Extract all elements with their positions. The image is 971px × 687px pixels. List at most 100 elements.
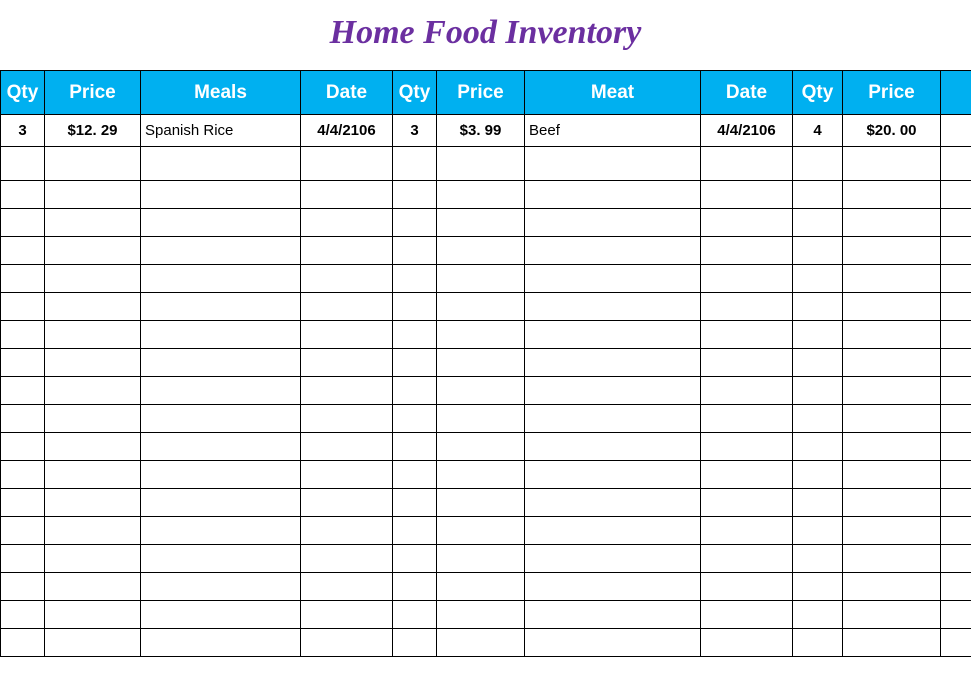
empty-cell[interactable] <box>793 147 843 181</box>
empty-cell[interactable] <box>45 573 141 601</box>
empty-cell[interactable] <box>525 629 701 657</box>
cell-price2[interactable]: $3. 99 <box>437 115 525 147</box>
empty-cell[interactable] <box>301 321 393 349</box>
empty-cell[interactable] <box>525 489 701 517</box>
empty-cell[interactable] <box>843 433 941 461</box>
empty-cell[interactable] <box>141 405 301 433</box>
empty-cell[interactable] <box>941 573 971 601</box>
empty-cell[interactable] <box>525 545 701 573</box>
cell-date1[interactable]: 4/4/2106 <box>301 115 393 147</box>
empty-cell[interactable] <box>1 573 45 601</box>
empty-cell[interactable] <box>45 321 141 349</box>
empty-cell[interactable] <box>793 321 843 349</box>
empty-cell[interactable] <box>45 433 141 461</box>
empty-cell[interactable] <box>843 601 941 629</box>
empty-cell[interactable] <box>701 433 793 461</box>
empty-cell[interactable] <box>701 265 793 293</box>
empty-cell[interactable] <box>45 405 141 433</box>
empty-cell[interactable] <box>437 405 525 433</box>
empty-cell[interactable] <box>1 321 45 349</box>
cell-meals[interactable]: Spanish Rice <box>141 115 301 147</box>
empty-cell[interactable] <box>437 629 525 657</box>
empty-cell[interactable] <box>1 461 45 489</box>
empty-cell[interactable] <box>301 601 393 629</box>
empty-cell[interactable] <box>793 601 843 629</box>
empty-cell[interactable] <box>793 209 843 237</box>
empty-cell[interactable] <box>141 573 301 601</box>
empty-cell[interactable] <box>141 181 301 209</box>
empty-cell[interactable] <box>843 573 941 601</box>
empty-cell[interactable] <box>525 405 701 433</box>
empty-cell[interactable] <box>843 489 941 517</box>
empty-cell[interactable] <box>45 147 141 181</box>
empty-cell[interactable] <box>437 209 525 237</box>
empty-cell[interactable] <box>301 489 393 517</box>
empty-cell[interactable] <box>941 405 971 433</box>
empty-cell[interactable] <box>141 321 301 349</box>
empty-cell[interactable] <box>1 209 45 237</box>
empty-cell[interactable] <box>1 265 45 293</box>
empty-cell[interactable] <box>393 181 437 209</box>
empty-cell[interactable] <box>701 405 793 433</box>
empty-cell[interactable] <box>701 629 793 657</box>
empty-cell[interactable] <box>141 147 301 181</box>
empty-cell[interactable] <box>437 321 525 349</box>
empty-cell[interactable] <box>301 349 393 377</box>
empty-cell[interactable] <box>141 489 301 517</box>
empty-cell[interactable] <box>525 377 701 405</box>
empty-cell[interactable] <box>437 433 525 461</box>
cell-price1[interactable]: $12. 29 <box>45 115 141 147</box>
empty-cell[interactable] <box>525 237 701 265</box>
empty-cell[interactable] <box>45 601 141 629</box>
empty-cell[interactable] <box>525 349 701 377</box>
empty-cell[interactable] <box>701 545 793 573</box>
cell-price3[interactable]: $20. 00 <box>843 115 941 147</box>
empty-cell[interactable] <box>437 265 525 293</box>
empty-cell[interactable] <box>793 293 843 321</box>
empty-cell[interactable] <box>141 377 301 405</box>
empty-cell[interactable] <box>393 349 437 377</box>
empty-cell[interactable] <box>525 461 701 489</box>
empty-cell[interactable] <box>941 545 971 573</box>
empty-cell[interactable] <box>141 265 301 293</box>
empty-cell[interactable] <box>793 517 843 545</box>
empty-cell[interactable] <box>45 377 141 405</box>
empty-cell[interactable] <box>1 181 45 209</box>
empty-cell[interactable] <box>525 517 701 545</box>
empty-cell[interactable] <box>941 517 971 545</box>
empty-cell[interactable] <box>45 209 141 237</box>
empty-cell[interactable] <box>793 629 843 657</box>
empty-cell[interactable] <box>843 181 941 209</box>
empty-cell[interactable] <box>793 461 843 489</box>
empty-cell[interactable] <box>701 601 793 629</box>
empty-cell[interactable] <box>843 293 941 321</box>
empty-cell[interactable] <box>1 433 45 461</box>
empty-cell[interactable] <box>701 517 793 545</box>
empty-cell[interactable] <box>941 265 971 293</box>
empty-cell[interactable] <box>437 349 525 377</box>
empty-cell[interactable] <box>1 489 45 517</box>
empty-cell[interactable] <box>437 517 525 545</box>
empty-cell[interactable] <box>525 209 701 237</box>
empty-cell[interactable] <box>393 321 437 349</box>
empty-cell[interactable] <box>701 573 793 601</box>
empty-cell[interactable] <box>1 349 45 377</box>
empty-cell[interactable] <box>393 147 437 181</box>
empty-cell[interactable] <box>525 601 701 629</box>
empty-cell[interactable] <box>393 293 437 321</box>
empty-cell[interactable] <box>141 545 301 573</box>
empty-cell[interactable] <box>45 293 141 321</box>
empty-cell[interactable] <box>941 349 971 377</box>
empty-cell[interactable] <box>45 545 141 573</box>
empty-cell[interactable] <box>701 321 793 349</box>
empty-cell[interactable] <box>393 573 437 601</box>
empty-cell[interactable] <box>393 545 437 573</box>
empty-cell[interactable] <box>437 377 525 405</box>
empty-cell[interactable] <box>301 293 393 321</box>
empty-cell[interactable] <box>843 377 941 405</box>
empty-cell[interactable] <box>301 517 393 545</box>
empty-cell[interactable] <box>437 489 525 517</box>
empty-cell[interactable] <box>437 545 525 573</box>
empty-cell[interactable] <box>301 265 393 293</box>
cell-date2[interactable]: 4/4/2106 <box>701 115 793 147</box>
